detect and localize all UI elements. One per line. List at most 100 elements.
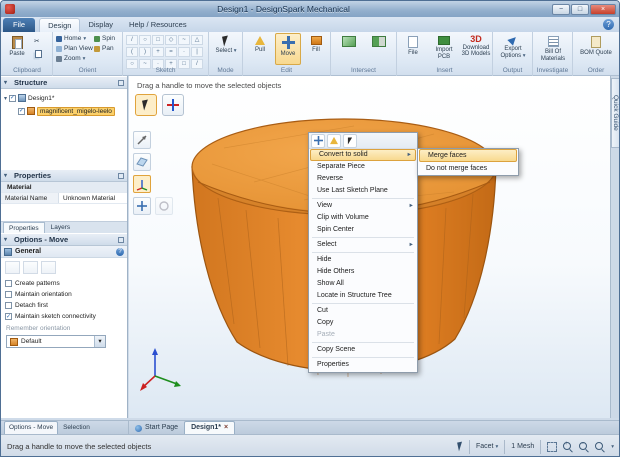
quick-guide-tab[interactable]: Quick Guide <box>611 78 619 148</box>
select-tool-icon[interactable] <box>343 133 357 148</box>
copy-button[interactable] <box>35 50 42 58</box>
move-button[interactable]: Move <box>275 33 301 65</box>
zoom-window-icon[interactable] <box>595 441 605 452</box>
context-menu-item-hide[interactable]: Hide <box>309 254 417 266</box>
move-option-icon[interactable] <box>5 261 20 274</box>
maximize-button[interactable]: □ <box>571 3 589 15</box>
context-menu-item-convert-to-solid[interactable]: Convert to solid ► <box>310 149 416 161</box>
cut-button[interactable]: ✂ <box>34 37 39 45</box>
context-menu-item-select[interactable]: Select ► <box>309 239 417 251</box>
insert-file-button[interactable]: File <box>399 33 427 65</box>
checkbox[interactable]: ✓ <box>5 291 12 298</box>
options-panel-header[interactable]: ▾ Options - Move <box>1 233 127 246</box>
structure-panel-header[interactable]: ▾ Structure <box>1 76 127 89</box>
help-icon[interactable]: ? <box>603 19 614 30</box>
sketch-tool-icon[interactable]: □ <box>152 35 164 45</box>
zoom-out-icon[interactable]: − <box>579 441 589 452</box>
checkbox[interactable]: ✓ <box>5 280 12 287</box>
context-menu-item-properties[interactable]: Properties <box>309 359 417 371</box>
context-menu-item-use-last-sketch-plane[interactable]: Use Last Sketch Plane <box>309 185 417 197</box>
tree-item-child[interactable]: ✓ magnificent_migelo-leelo <box>1 105 127 117</box>
context-menu-item-reverse[interactable]: Reverse <box>309 173 417 185</box>
bill-of-materials-button[interactable]: Bill Of Materials <box>535 33 571 65</box>
move-grid-button[interactable] <box>133 197 151 215</box>
close-button[interactable]: × <box>590 3 616 15</box>
split-body-button[interactable] <box>367 33 391 65</box>
properties-panel-header[interactable]: ▾ Properties <box>1 169 127 182</box>
visibility-checkbox[interactable]: ✓ <box>9 94 17 102</box>
context-menu-item-locate-in-structure-tree[interactable]: Locate in Structure Tree <box>309 290 417 302</box>
selection-cursor-icon[interactable] <box>457 441 464 452</box>
pull-tool-icon[interactable] <box>327 133 341 148</box>
combine-button[interactable] <box>337 33 361 65</box>
zoom-extents-icon[interactable] <box>547 441 558 452</box>
dropdown-arrow-icon[interactable]: ▾ <box>94 336 105 347</box>
pin-icon[interactable] <box>118 80 124 86</box>
sketch-tool-icon[interactable]: ○ <box>139 35 151 45</box>
bom-quote-button[interactable]: BOM Quote <box>575 33 617 65</box>
options-general-section[interactable]: General ? <box>1 246 127 258</box>
export-options-button[interactable]: Export Options ▾ <box>495 33 531 65</box>
import-pcb-button[interactable]: Import PCB <box>429 33 459 65</box>
sketch-tool-icon[interactable]: ( <box>126 47 138 57</box>
facet-dropdown[interactable]: Facet ▾ <box>476 443 498 450</box>
pan-button[interactable]: Pan <box>94 45 114 52</box>
sketch-tool-icon[interactable]: + <box>152 47 164 57</box>
tab-design[interactable]: Design <box>39 18 81 32</box>
pin-icon[interactable] <box>118 173 124 179</box>
context-menu-item-show-all[interactable]: Show All <box>309 278 417 290</box>
property-row[interactable]: Material Name Unknown Material <box>1 193 127 204</box>
tab-layers[interactable]: Layers <box>46 222 76 233</box>
context-menu-item-clip-with-volume[interactable]: Clip with Volume <box>309 212 417 224</box>
submenu-item-do-not-merge-faces[interactable]: Do not merge faces <box>418 162 518 175</box>
panel-tab-options-move[interactable]: Options - Move <box>4 421 59 434</box>
context-menu-item-copy-scene[interactable]: Copy Scene <box>309 344 417 356</box>
pin-icon[interactable] <box>118 237 124 243</box>
sketch-tool-icon[interactable]: · <box>178 47 190 57</box>
zoom-options-caret[interactable]: ▾ <box>611 444 614 450</box>
panel-tab-selection[interactable]: Selection <box>59 422 94 434</box>
sketch-tool-icon[interactable]: ◇ <box>165 35 177 45</box>
sketch-tool-icon[interactable]: △ <box>191 35 203 45</box>
pull-button[interactable]: Pull <box>247 33 273 65</box>
context-menu-item-spin-center[interactable]: Spin Center <box>309 224 417 236</box>
zoom-button[interactable]: Zoom ▾ <box>56 55 85 62</box>
orientation-dropdown[interactable]: Default ▾ <box>6 335 106 348</box>
submenu-item-merge-faces[interactable]: Merge faces <box>419 149 517 162</box>
move-option-icon[interactable] <box>23 261 38 274</box>
select-button[interactable]: Select ▾ <box>212 33 240 65</box>
move-handle-button[interactable] <box>162 94 184 116</box>
section-help-icon[interactable]: ? <box>116 248 124 256</box>
tab-properties[interactable]: Properties <box>3 222 45 233</box>
tab-help-resources[interactable]: Help / Resources <box>121 18 195 32</box>
sketch-tool-icon[interactable]: ~ <box>178 35 190 45</box>
triad-tool-button[interactable] <box>133 175 151 193</box>
context-menu-item-copy[interactable]: Copy <box>309 317 417 329</box>
fill-button[interactable]: Fill <box>303 33 329 65</box>
download-3d-models-button[interactable]: 3D Download 3D Models <box>460 33 492 65</box>
sketch-plane-button[interactable] <box>133 153 151 171</box>
context-menu-item-view[interactable]: View ► <box>309 200 417 212</box>
context-menu-item-separate-piece[interactable]: Separate Piece <box>309 161 417 173</box>
sketch-tool-icon[interactable]: / <box>126 35 138 45</box>
doc-tab-design1[interactable]: Design1* × <box>184 421 236 434</box>
context-menu-item-hide-others[interactable]: Hide Others <box>309 266 417 278</box>
visibility-checkbox[interactable]: ✓ <box>18 107 25 115</box>
sketch-tool-icon[interactable]: ) <box>139 47 151 57</box>
paste-button[interactable]: Paste <box>5 33 29 65</box>
plan-view-button[interactable]: Plan View <box>56 45 93 52</box>
tab-display[interactable]: Display <box>80 18 121 32</box>
sketch-tool-icon[interactable]: = <box>165 47 177 57</box>
checkbox[interactable]: ✓ <box>5 313 12 320</box>
move-tool-icon[interactable] <box>311 133 325 148</box>
home-button[interactable]: Home ▾ <box>56 35 86 42</box>
spin-button[interactable]: Spin <box>94 35 115 42</box>
file-menu-button[interactable]: File <box>3 18 36 32</box>
doc-tab-start-page[interactable]: Start Page <box>129 422 184 434</box>
tree-item-root[interactable]: ▾ ✓ Design1* <box>1 92 127 104</box>
zoom-in-icon[interactable]: + <box>563 441 573 452</box>
move-option-icon[interactable] <box>41 261 56 274</box>
select-tool-button[interactable] <box>135 94 157 116</box>
expander-icon[interactable]: ▾ <box>4 95 7 102</box>
minimize-button[interactable]: − <box>552 3 570 15</box>
